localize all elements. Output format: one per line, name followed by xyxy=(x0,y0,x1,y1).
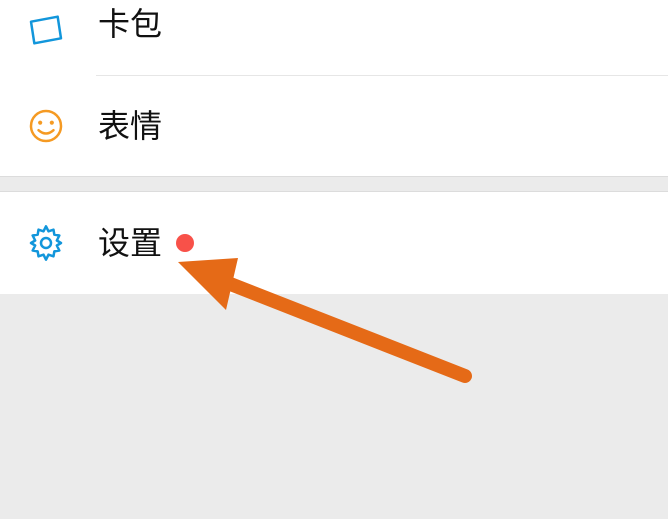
smile-icon xyxy=(24,104,68,148)
menu-section-1: 卡包 表情 xyxy=(0,0,668,176)
menu-item-stickers[interactable]: 表情 xyxy=(0,76,668,176)
menu-item-label: 卡包 xyxy=(98,8,162,40)
menu-item-settings[interactable]: 设置 xyxy=(0,192,668,294)
section-gap xyxy=(0,176,668,192)
menu-item-card-pack[interactable]: 卡包 xyxy=(0,0,668,75)
wallet-icon xyxy=(24,8,68,52)
menu-item-label: 表情 xyxy=(98,110,162,142)
gear-icon xyxy=(24,221,68,265)
menu-section-2: 设置 xyxy=(0,192,668,294)
menu-item-label: 设置 xyxy=(98,227,162,259)
notification-badge xyxy=(176,234,194,252)
